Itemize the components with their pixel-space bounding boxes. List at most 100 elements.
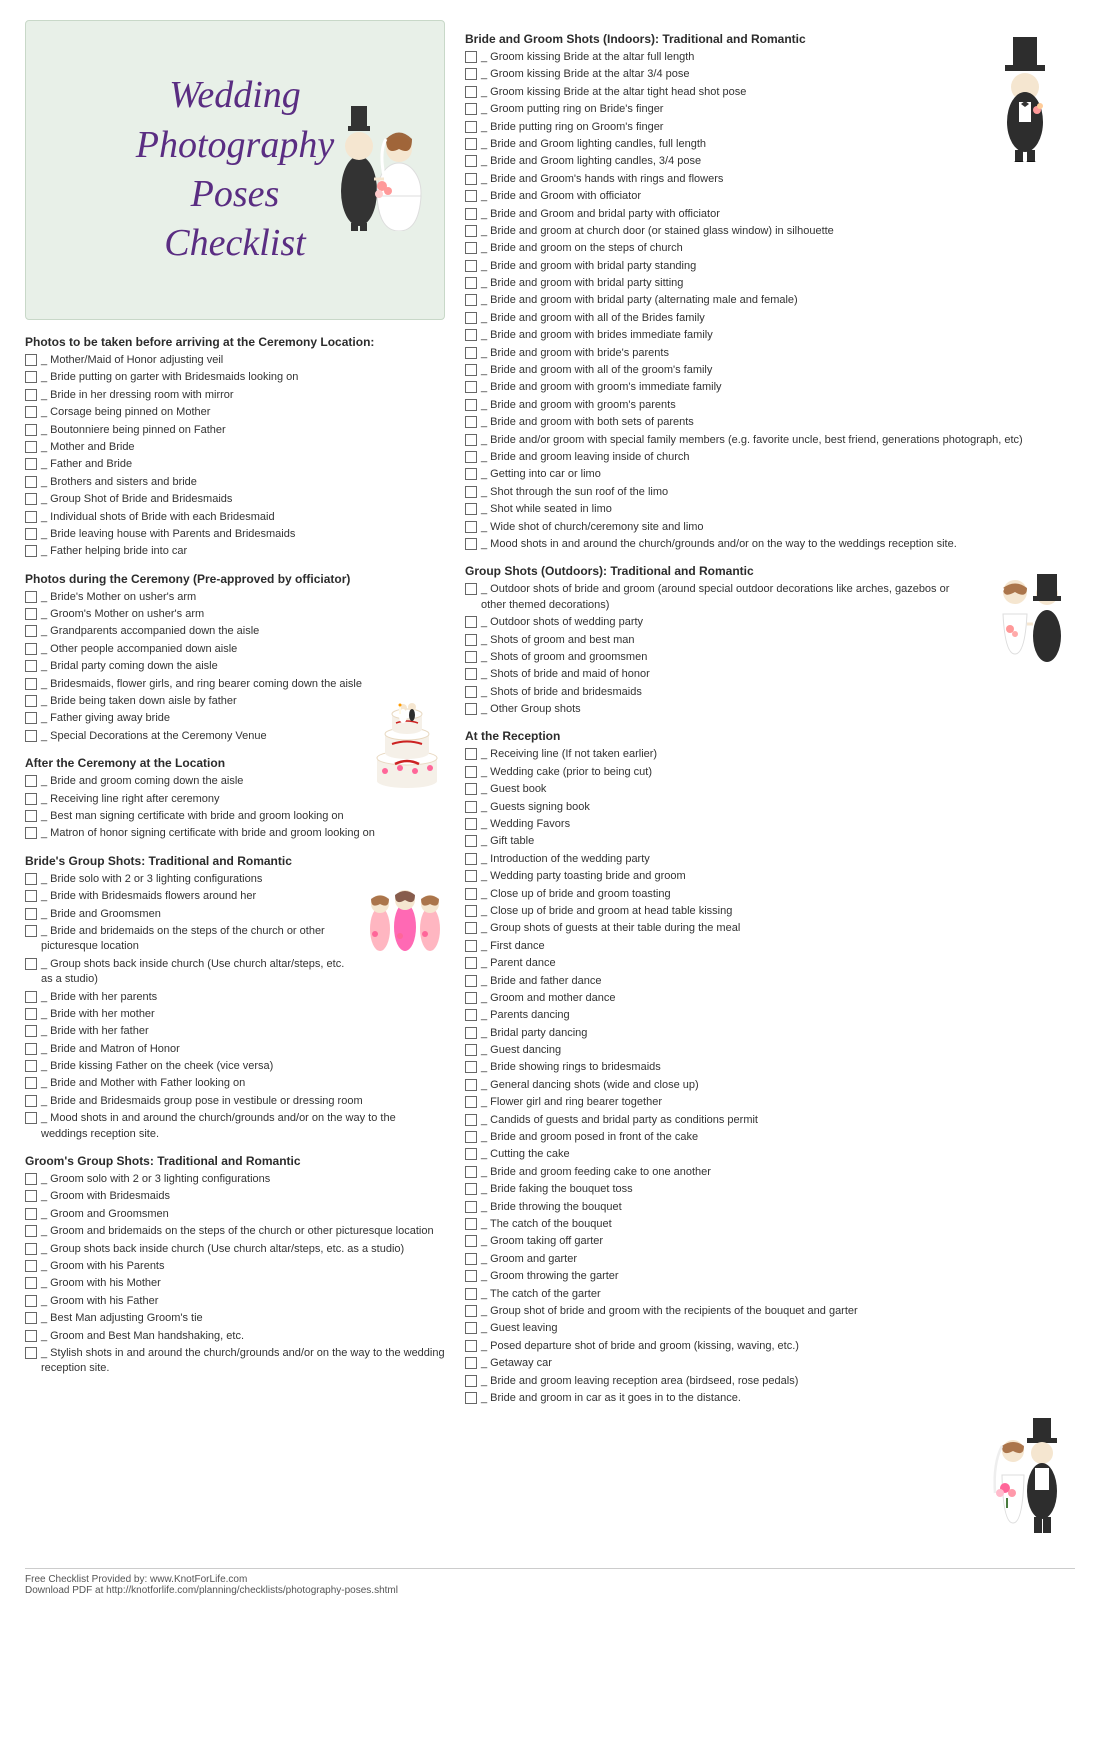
checkbox[interactable] <box>25 511 37 523</box>
checkbox[interactable] <box>465 940 477 952</box>
checkbox[interactable] <box>465 905 477 917</box>
checkbox[interactable] <box>25 730 37 742</box>
checkbox[interactable] <box>465 1114 477 1126</box>
checkbox[interactable] <box>465 538 477 550</box>
checkbox[interactable] <box>465 260 477 272</box>
checkbox[interactable] <box>465 616 477 628</box>
checkbox[interactable] <box>465 521 477 533</box>
checkbox[interactable] <box>465 277 477 289</box>
checkbox[interactable] <box>465 347 477 359</box>
checkbox[interactable] <box>25 1347 37 1359</box>
checkbox[interactable] <box>25 406 37 418</box>
checkbox[interactable] <box>465 651 477 663</box>
checkbox[interactable] <box>465 668 477 680</box>
checkbox[interactable] <box>25 424 37 436</box>
checkbox[interactable] <box>25 1043 37 1055</box>
checkbox[interactable] <box>465 818 477 830</box>
checkbox[interactable] <box>25 810 37 822</box>
checkbox[interactable] <box>465 853 477 865</box>
checkbox[interactable] <box>465 294 477 306</box>
checkbox[interactable] <box>465 1027 477 1039</box>
checkbox[interactable] <box>465 1009 477 1021</box>
checkbox[interactable] <box>25 625 37 637</box>
checkbox[interactable] <box>465 399 477 411</box>
checkbox[interactable] <box>465 1392 477 1404</box>
checkbox[interactable] <box>465 1322 477 1334</box>
checkbox[interactable] <box>25 775 37 787</box>
checkbox[interactable] <box>25 1330 37 1342</box>
checkbox[interactable] <box>465 1253 477 1265</box>
checkbox[interactable] <box>465 486 477 498</box>
checkbox[interactable] <box>465 748 477 760</box>
checkbox[interactable] <box>25 1190 37 1202</box>
checkbox[interactable] <box>465 329 477 341</box>
checkbox[interactable] <box>465 975 477 987</box>
checkbox[interactable] <box>25 1112 37 1124</box>
checkbox[interactable] <box>25 591 37 603</box>
checkbox[interactable] <box>465 801 477 813</box>
checkbox[interactable] <box>465 634 477 646</box>
checkbox[interactable] <box>465 1061 477 1073</box>
checkbox[interactable] <box>465 1218 477 1230</box>
checkbox[interactable] <box>25 458 37 470</box>
checkbox[interactable] <box>25 1173 37 1185</box>
checkbox[interactable] <box>25 545 37 557</box>
checkbox[interactable] <box>25 1060 37 1072</box>
checkbox[interactable] <box>465 703 477 715</box>
checkbox[interactable] <box>465 51 477 63</box>
checkbox[interactable] <box>25 1208 37 1220</box>
checkbox[interactable] <box>465 225 477 237</box>
checkbox[interactable] <box>25 1095 37 1107</box>
checkbox[interactable] <box>465 1357 477 1369</box>
checkbox[interactable] <box>465 381 477 393</box>
checkbox[interactable] <box>25 660 37 672</box>
checkbox[interactable] <box>465 1270 477 1282</box>
checkbox[interactable] <box>465 922 477 934</box>
checkbox[interactable] <box>25 1008 37 1020</box>
checkbox[interactable] <box>25 958 37 970</box>
checkbox[interactable] <box>465 86 477 98</box>
checkbox[interactable] <box>25 643 37 655</box>
checkbox[interactable] <box>25 528 37 540</box>
checkbox[interactable] <box>25 908 37 920</box>
checkbox[interactable] <box>465 103 477 115</box>
checkbox[interactable] <box>465 1096 477 1108</box>
checkbox[interactable] <box>465 451 477 463</box>
checkbox[interactable] <box>465 992 477 1004</box>
checkbox[interactable] <box>465 1044 477 1056</box>
checkbox[interactable] <box>465 870 477 882</box>
checkbox[interactable] <box>25 991 37 1003</box>
checkbox[interactable] <box>465 468 477 480</box>
checkbox[interactable] <box>465 173 477 185</box>
checkbox[interactable] <box>25 476 37 488</box>
checkbox[interactable] <box>465 312 477 324</box>
checkbox[interactable] <box>25 712 37 724</box>
checkbox[interactable] <box>25 493 37 505</box>
checkbox[interactable] <box>25 608 37 620</box>
checkbox[interactable] <box>465 1305 477 1317</box>
checkbox[interactable] <box>465 783 477 795</box>
checkbox[interactable] <box>25 1243 37 1255</box>
checkbox[interactable] <box>25 389 37 401</box>
checkbox[interactable] <box>465 138 477 150</box>
checkbox[interactable] <box>25 1312 37 1324</box>
checkbox[interactable] <box>25 1260 37 1272</box>
checkbox[interactable] <box>465 766 477 778</box>
checkbox[interactable] <box>25 793 37 805</box>
checkbox[interactable] <box>25 441 37 453</box>
checkbox[interactable] <box>465 1131 477 1143</box>
checkbox[interactable] <box>25 1077 37 1089</box>
checkbox[interactable] <box>465 1166 477 1178</box>
checkbox[interactable] <box>25 354 37 366</box>
checkbox[interactable] <box>465 1201 477 1213</box>
checkbox[interactable] <box>465 583 477 595</box>
checkbox[interactable] <box>465 835 477 847</box>
checkbox[interactable] <box>25 695 37 707</box>
checkbox[interactable] <box>465 364 477 376</box>
checkbox[interactable] <box>25 873 37 885</box>
checkbox[interactable] <box>465 68 477 80</box>
checkbox[interactable] <box>465 155 477 167</box>
checkbox[interactable] <box>465 686 477 698</box>
checkbox[interactable] <box>465 1148 477 1160</box>
checkbox[interactable] <box>465 434 477 446</box>
